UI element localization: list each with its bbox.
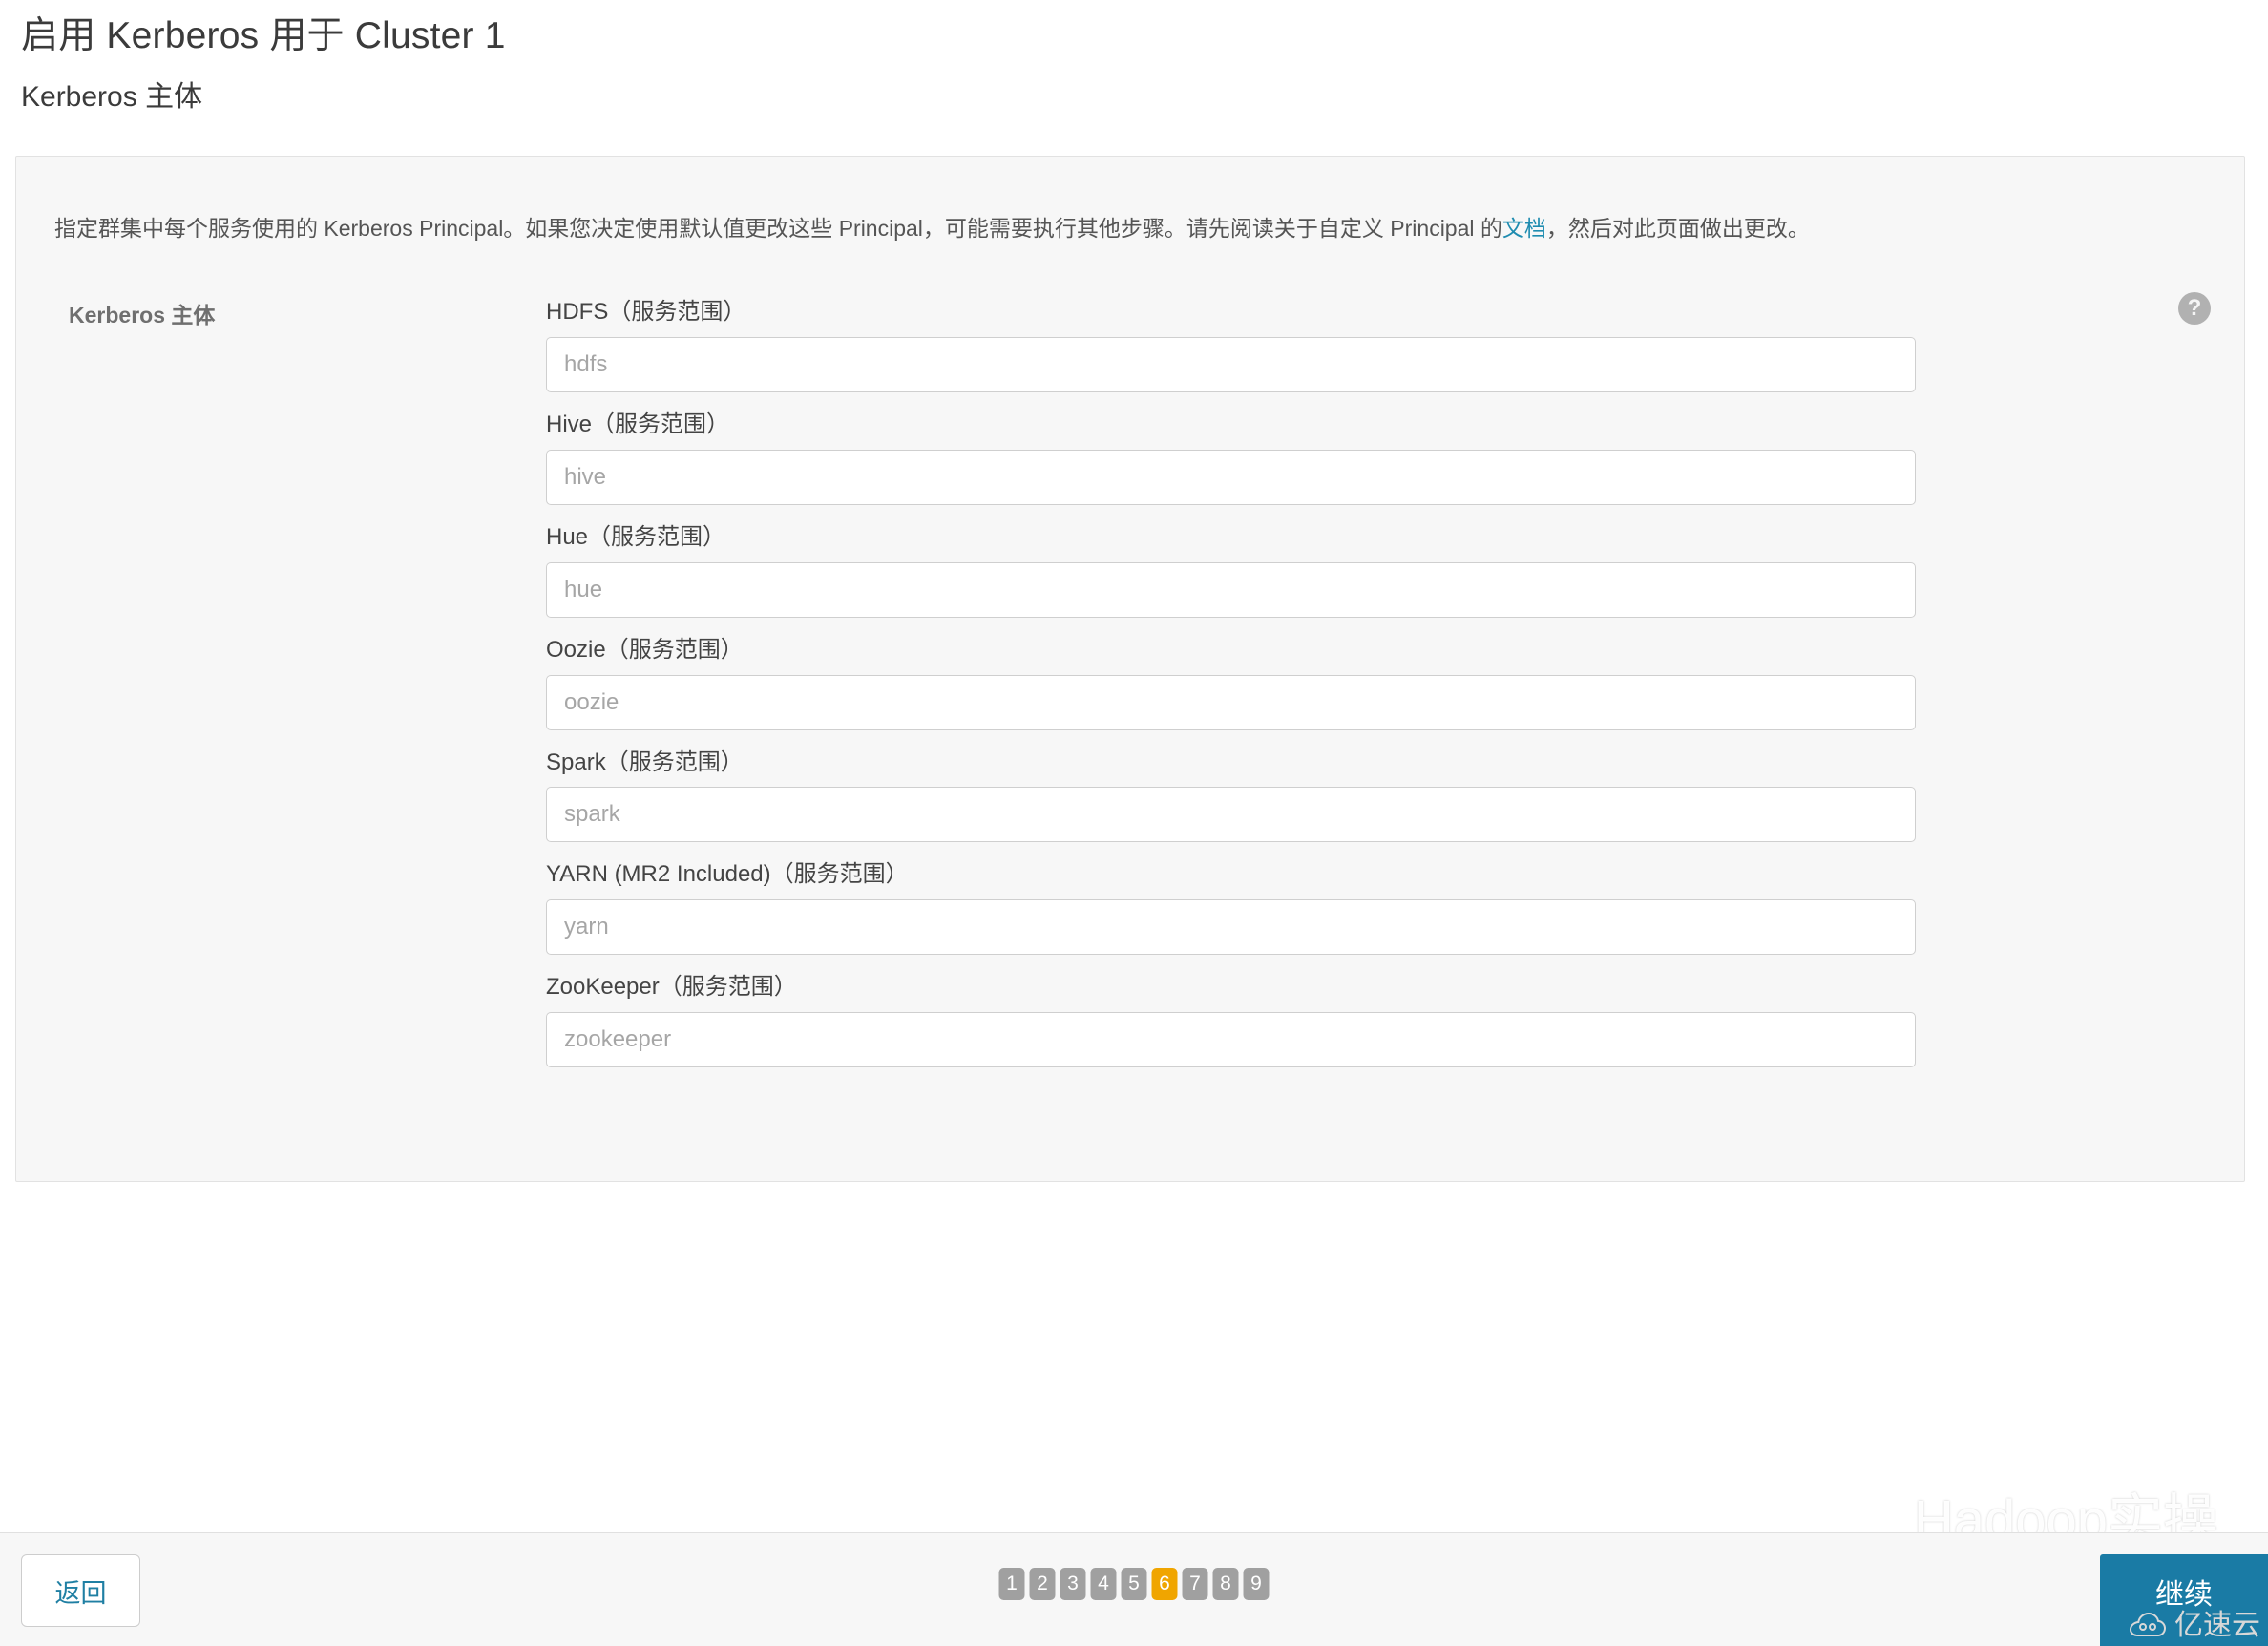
kerberos-principals-panel: 指定群集中每个服务使用的 Kerberos Principal。如果您决定使用默…	[15, 156, 2245, 1182]
field-zookeeper: ZooKeeper（服务范围）	[546, 974, 1916, 1067]
pager-step-3[interactable]: 3	[1060, 1568, 1086, 1600]
question-mark-circle-icon[interactable]: ?	[2178, 292, 2211, 326]
input-oozie-principal[interactable]	[546, 674, 1916, 730]
principal-fields-list: HDFS（服务范围） Hive（服务范围） Hue（服务范围） Oozie（服务…	[546, 299, 1916, 1067]
pager-step-5[interactable]: 5	[1121, 1568, 1147, 1600]
page-header: 启用 Kerberos 用于 Cluster 1 Kerberos 主体	[0, 0, 2268, 115]
input-spark-principal[interactable]	[546, 787, 1916, 843]
field-label-hue: Hue（服务范围）	[546, 523, 726, 550]
pager-step-2[interactable]: 2	[1029, 1568, 1056, 1600]
field-label-yarn: YARN (MR2 Included)（服务范围）	[546, 861, 909, 888]
pager-step-8[interactable]: 8	[1212, 1568, 1239, 1600]
field-hdfs: HDFS（服务范围）	[546, 299, 1916, 393]
panel-description: 指定群集中每个服务使用的 Kerberos Principal。如果您决定使用默…	[16, 179, 2244, 244]
page-title: 启用 Kerberos 用于 Cluster 1	[21, 15, 506, 56]
input-hdfs-principal[interactable]	[546, 337, 1916, 393]
input-hue-principal[interactable]	[546, 561, 1916, 618]
field-yarn: YARN (MR2 Included)（服务范围）	[546, 861, 1916, 956]
continue-button[interactable]: 继续	[2100, 1554, 2268, 1646]
pager-step-9[interactable]: 9	[1243, 1568, 1270, 1600]
documentation-link[interactable]: 文档	[1502, 216, 1546, 241]
pager-step-1[interactable]: 1	[998, 1568, 1025, 1600]
field-label-oozie: Oozie（服务范围）	[546, 636, 744, 663]
panel-description-text-after-link: ，然后对此页面做出更改。	[1545, 216, 1810, 241]
pager-step-7[interactable]: 7	[1182, 1568, 1208, 1600]
field-oozie: Oozie（服务范围）	[546, 637, 1916, 730]
field-spark: Spark（服务范围）	[546, 749, 1916, 843]
field-hive: Hive（服务范围）	[546, 412, 1916, 505]
field-label-zookeeper: ZooKeeper（服务范围）	[546, 974, 797, 1001]
field-label-hdfs: HDFS（服务范围）	[546, 299, 746, 326]
principals-form: Kerberos 主体 ? HDFS（服务范围） Hive（服务范围） Hue（…	[16, 266, 2244, 1067]
wizard-step-pager: 1 2 3 4 5 6 7 8 9	[998, 1568, 1270, 1600]
input-zookeeper-principal[interactable]	[546, 1011, 1916, 1067]
input-hive-principal[interactable]	[546, 449, 1916, 505]
field-hue: Hue（服务范围）	[546, 524, 1916, 618]
panel-description-text-before-link: 指定群集中每个服务使用的 Kerberos Principal。如果您决定使用默…	[54, 216, 1502, 241]
page-subtitle: Kerberos 主体	[21, 80, 203, 113]
pager-step-6[interactable]: 6	[1151, 1568, 1178, 1600]
back-button[interactable]: 返回	[21, 1554, 140, 1627]
section-label-kerberos-principals: Kerberos 主体	[69, 303, 216, 328]
pager-step-4[interactable]: 4	[1090, 1568, 1117, 1600]
input-yarn-principal[interactable]	[546, 899, 1916, 956]
wizard-footer: 返回 1 2 3 4 5 6 7 8 9 继续 亿速云	[0, 1532, 2268, 1646]
field-label-spark: Spark（服务范围）	[546, 749, 744, 775]
field-label-hive: Hive（服务范围）	[546, 412, 730, 438]
